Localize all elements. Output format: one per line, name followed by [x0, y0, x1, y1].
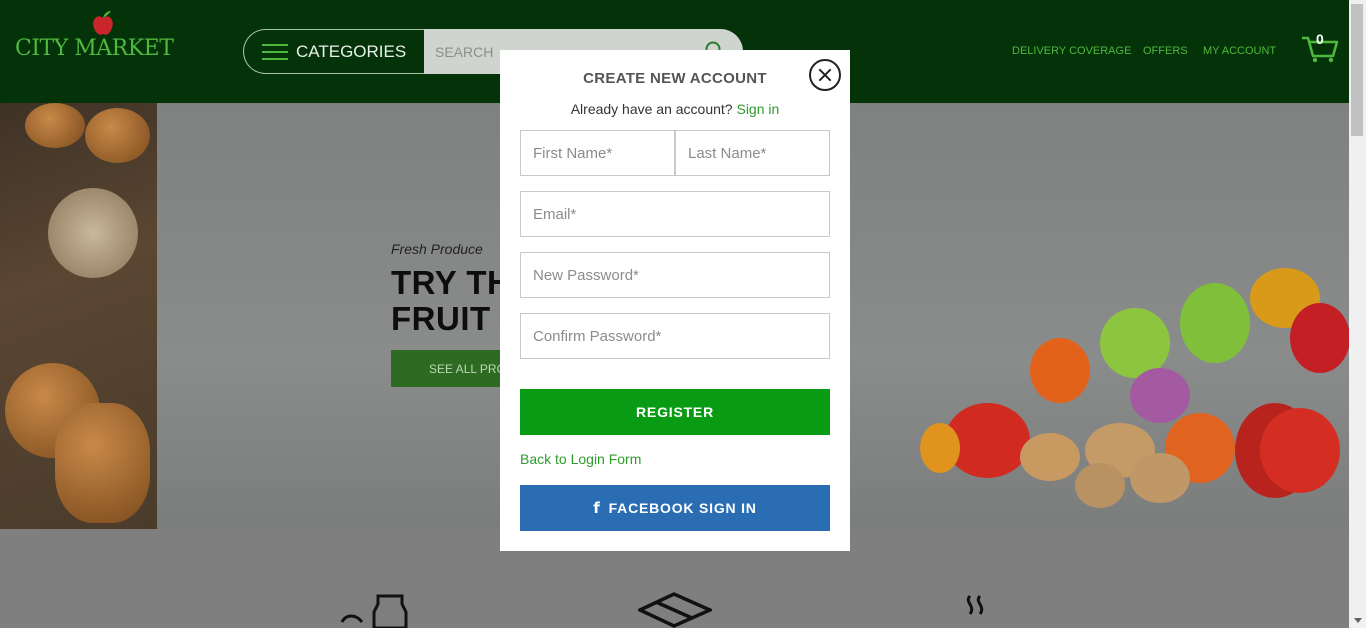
- facebook-sign-in-button[interactable]: f FACEBOOK SIGN IN: [520, 485, 830, 531]
- facebook-icon: f: [593, 499, 601, 517]
- scroll-down-arrow-icon[interactable]: [1354, 618, 1362, 623]
- modal-title: CREATE NEW ACCOUNT: [583, 70, 767, 87]
- facebook-sign-in-label: FACEBOOK SIGN IN: [608, 500, 757, 516]
- scrollbar-thumb[interactable]: [1351, 4, 1363, 136]
- create-account-modal: CREATE NEW ACCOUNT Already have an accou…: [500, 50, 850, 551]
- already-have-account: Already have an account? Sign in: [500, 101, 850, 117]
- last-name-field[interactable]: [675, 130, 830, 176]
- confirm-password-field[interactable]: [520, 313, 830, 359]
- close-icon[interactable]: [809, 59, 841, 91]
- sign-in-link[interactable]: Sign in: [736, 101, 779, 117]
- first-name-field[interactable]: [520, 130, 675, 176]
- register-button[interactable]: REGISTER: [520, 389, 830, 435]
- email-field[interactable]: [520, 191, 830, 237]
- new-password-field[interactable]: [520, 252, 830, 298]
- already-text: Already have an account?: [570, 101, 733, 117]
- back-to-login-link[interactable]: Back to Login Form: [520, 451, 641, 467]
